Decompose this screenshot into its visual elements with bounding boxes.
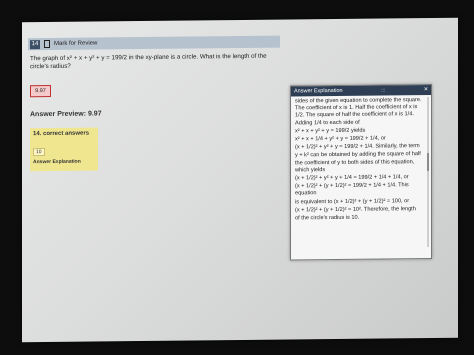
screen: 14 Mark for Review The graph of x² + x +… bbox=[22, 17, 458, 343]
explanation-line: sides of the given equation to complete … bbox=[295, 97, 422, 127]
explanation-line: is equivalent to (x + 1/2)² + (y + 1/2)²… bbox=[295, 197, 410, 206]
correct-answers-card: 14. correct answers 10 Answer Explanatio… bbox=[30, 127, 98, 172]
scrollbar-thumb[interactable] bbox=[427, 153, 429, 172]
explanation-line: (x + 1/2)² + (y + 1/2)² = 10². Therefore… bbox=[295, 206, 416, 214]
correct-answer-value: 10 bbox=[33, 148, 45, 157]
card-title: 14. correct answers bbox=[33, 130, 90, 138]
review-bar: 14 Mark for Review bbox=[28, 35, 280, 51]
explanation-line: y + k² can be obtained by adding the squ… bbox=[295, 151, 421, 174]
mark-review-label[interactable]: Mark for Review bbox=[54, 40, 97, 46]
explanation-line: (x + 1/2)² + (y + 1/2)² = 199/2 + 1/4 + … bbox=[295, 182, 409, 197]
answer-input[interactable]: 9.97 bbox=[30, 84, 51, 98]
panel-header[interactable]: Answer Explanation ::: × bbox=[291, 84, 431, 97]
panel-title: Answer Explanation bbox=[294, 87, 343, 95]
explanation-line: (x + 1/2)² + y² + y = 199/2 + 1/4. Simil… bbox=[295, 143, 420, 151]
explanation-line: x² + x + 1/4 + y² + y = 199/2 + 1/4, or bbox=[295, 135, 386, 143]
answer-preview: Answer Preview: 9.97 bbox=[30, 110, 102, 119]
question-number-badge: 14 bbox=[30, 39, 40, 49]
explanation-line: of the circle's radius is 10. bbox=[295, 214, 360, 222]
explanation-line: (x + 1/2)² + y² + y + 1/4 = 199/2 + 1/4 … bbox=[295, 174, 409, 182]
drag-grip-icon[interactable]: ::: bbox=[381, 87, 385, 93]
bookmark-icon[interactable] bbox=[44, 39, 50, 49]
answer-explanation-button[interactable]: Answer Explanation bbox=[33, 159, 95, 166]
panel-scrollbar[interactable] bbox=[427, 97, 429, 248]
close-icon[interactable]: × bbox=[424, 86, 428, 94]
answer-explanation-panel: Answer Explanation ::: × sides of the gi… bbox=[290, 83, 432, 261]
explanation-body: sides of the given equation to complete … bbox=[295, 97, 423, 255]
explanation-line: x² + x + y² + y = 199/2 yields bbox=[295, 127, 366, 135]
question-text: The graph of x² + x + y² + y = 199/2 in … bbox=[30, 52, 267, 71]
